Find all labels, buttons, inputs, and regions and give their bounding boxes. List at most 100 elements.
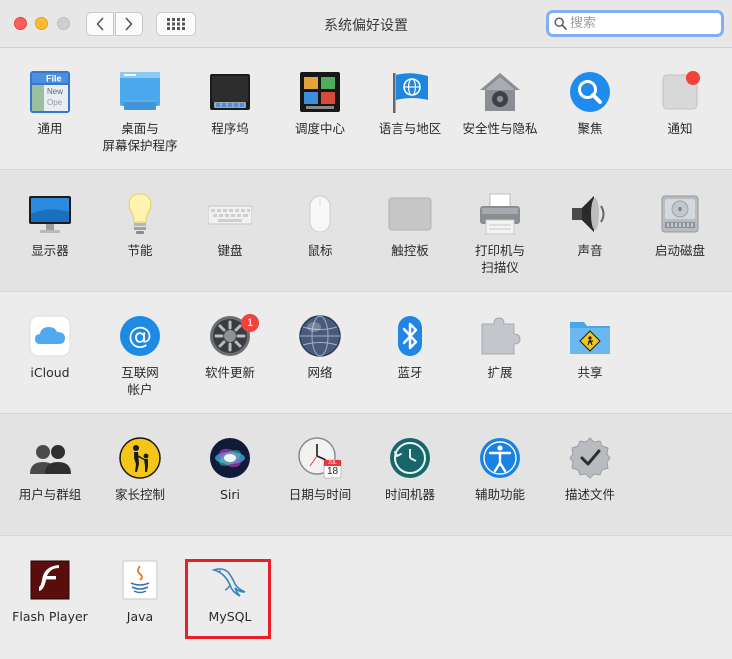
update-badge: 1 (241, 314, 259, 332)
mouse-icon (298, 192, 342, 236)
calendar-date: 18 (326, 466, 339, 477)
users-groups-icon (28, 436, 72, 480)
pref-pane-keyboard[interactable]: 键盘 (186, 170, 274, 280)
svg-text:@: @ (128, 322, 152, 350)
grid-icon (167, 18, 185, 30)
startup-disk-icon (658, 192, 702, 236)
pref-pane-label: 打印机与 扫描仪 (474, 243, 525, 275)
pref-pane-network[interactable]: 网络 (276, 292, 364, 402)
dock-icon (208, 70, 252, 114)
pref-pane-sharing[interactable]: 共享 (546, 292, 634, 402)
pref-pane-label: 通用 (37, 121, 63, 136)
forward-button[interactable] (115, 12, 143, 36)
displays-icon (28, 192, 72, 236)
java-icon (118, 558, 162, 602)
pref-pane-profiles[interactable]: 描述文件 (546, 414, 634, 524)
pref-pane-java[interactable]: Java (96, 536, 184, 646)
pref-pane-mission-control[interactable]: 调度中心 (276, 48, 364, 158)
pref-pane-label: 桌面与 屏幕保护程序 (102, 121, 178, 153)
zoom-window-button[interactable] (57, 17, 70, 30)
pref-pane-time-machine[interactable]: 时间机器 (366, 414, 454, 524)
search-icon (554, 17, 567, 30)
pref-pane-icloud[interactable]: iCloud (6, 292, 94, 402)
pref-pane-label: 显示器 (31, 243, 69, 258)
parental-controls-icon (118, 436, 162, 480)
show-all-button[interactable] (156, 12, 196, 36)
siri-icon (208, 436, 252, 480)
pref-pane-label: 鼠标 (307, 243, 333, 258)
back-button[interactable] (86, 12, 114, 36)
pref-pane-label: 网络 (307, 365, 333, 380)
chevron-right-icon (125, 17, 133, 31)
pref-pane-energy-saver[interactable]: 节能 (96, 170, 184, 280)
pref-pane-siri[interactable]: Siri (186, 414, 274, 524)
pref-pane-label: 互联网 帐户 (121, 365, 159, 397)
pref-pane-label: 蓝牙 (397, 365, 423, 380)
pref-pane-date-time[interactable]: JUL 18 日期与时间 (276, 414, 364, 524)
pref-pane-sound[interactable]: 声音 (546, 170, 634, 280)
pref-pane-label: 触控板 (391, 243, 429, 258)
trackpad-icon (388, 192, 432, 236)
pref-pane-label: 用户与群组 (18, 487, 82, 502)
keyboard-icon (207, 192, 253, 236)
pref-pane-language-region[interactable]: 语言与地区 (366, 48, 454, 158)
sharing-icon (568, 314, 612, 358)
pref-pane-software-update[interactable]: 1 软件更新 (186, 292, 274, 402)
printers-scanners-icon (478, 192, 522, 236)
pref-pane-label: 家长控制 (114, 487, 165, 502)
pref-pane-extensions[interactable]: 扩展 (456, 292, 544, 402)
pref-pane-label: 时间机器 (384, 487, 435, 502)
pref-pane-trackpad[interactable]: 触控板 (366, 170, 454, 280)
search-field[interactable] (546, 10, 724, 37)
sound-icon (568, 192, 612, 236)
pref-pane-label: 日期与时间 (288, 487, 352, 502)
pref-pane-displays[interactable]: 显示器 (6, 170, 94, 280)
pref-pane-label: 键盘 (217, 243, 243, 258)
pref-pane-accessibility[interactable]: 辅助功能 (456, 414, 544, 524)
pref-pane-label: Java (126, 609, 154, 624)
energy-saver-icon (118, 192, 162, 236)
time-machine-icon (388, 436, 432, 480)
pref-pane-mouse[interactable]: 鼠标 (276, 170, 364, 280)
pref-pane-label: 程序坞 (211, 121, 249, 136)
pref-pane-general[interactable]: File New Ope 通用 (6, 48, 94, 158)
svg-text:File: File (46, 74, 62, 84)
system-preferences-window: 系统偏好设置 File New Ope 通用 (0, 0, 732, 659)
pref-pane-label: Flash Player (12, 609, 88, 624)
pref-pane-spotlight[interactable]: 聚焦 (546, 48, 634, 158)
pref-pane-label: 辅助功能 (474, 487, 525, 502)
pref-pane-security-privacy[interactable]: 安全性与隐私 (456, 48, 544, 158)
security-privacy-icon (478, 70, 522, 114)
pref-pane-dock[interactable]: 程序坞 (186, 48, 274, 158)
close-window-button[interactable] (14, 17, 27, 30)
annotation-highlight-box (185, 559, 271, 639)
general-icon: File New Ope (28, 70, 72, 114)
pref-pane-label: Siri (219, 487, 241, 502)
extensions-icon (478, 314, 522, 358)
pref-pane-label: iCloud (30, 365, 70, 380)
pref-pane-label: 启动磁盘 (654, 243, 705, 258)
pref-pane-label: 调度中心 (294, 121, 345, 136)
minimize-window-button[interactable] (35, 17, 48, 30)
pref-pane-bluetooth[interactable]: 蓝牙 (366, 292, 454, 402)
pref-pane-parental-controls[interactable]: 家长控制 (96, 414, 184, 524)
pref-pane-printers-scanners[interactable]: 打印机与 扫描仪 (456, 170, 544, 280)
pref-pane-flash-player[interactable]: Flash Player (6, 536, 94, 646)
pref-pane-internet-accounts[interactable]: @ 互联网 帐户 (96, 292, 184, 402)
pref-pane-label: 语言与地区 (378, 121, 442, 136)
pref-pane-startup-disk[interactable]: 启动磁盘 (636, 170, 724, 280)
internet-accounts-icon: @ (118, 314, 162, 358)
chevron-left-icon (96, 17, 104, 31)
pref-pane-notifications[interactable]: 通知 (636, 48, 724, 158)
pref-pane-desktop-screensaver[interactable]: 桌面与 屏幕保护程序 (96, 48, 184, 158)
notifications-icon (658, 70, 702, 114)
pref-pane-users-groups[interactable]: 用户与群组 (6, 414, 94, 524)
pref-pane-label: 扩展 (487, 365, 513, 380)
search-input[interactable] (570, 16, 710, 31)
language-region-icon (388, 70, 432, 114)
network-icon (298, 314, 342, 358)
pref-pane-label: 共享 (577, 365, 603, 380)
bluetooth-icon (388, 314, 432, 358)
svg-text:New: New (47, 87, 63, 96)
icloud-icon (28, 314, 72, 358)
